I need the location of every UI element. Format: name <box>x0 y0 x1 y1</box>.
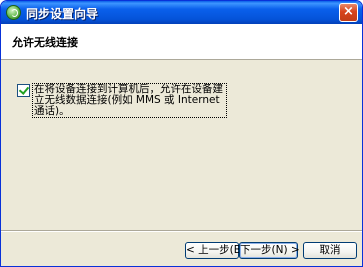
allow-wireless-checkbox[interactable] <box>17 84 30 97</box>
back-button[interactable]: < 上一步(B) <box>185 242 245 259</box>
allow-wireless-label[interactable]: 在将设备连接到计算机后，允许在设备建立无线数据连接(例如 MMS 或 Inter… <box>32 83 227 118</box>
footer-divider <box>1 230 362 232</box>
cancel-button[interactable]: 取消 <box>303 242 357 259</box>
title-bar[interactable]: 同步设置向导 × <box>1 1 362 24</box>
sync-wizard-window: 同步设置向导 × 允许无线连接 在将设备连接到计算机后，允许在设备建立无线数据连… <box>0 0 363 267</box>
sync-icon <box>6 5 21 20</box>
close-icon: × <box>343 4 354 19</box>
close-button[interactable]: × <box>339 3 358 22</box>
header-panel: 允许无线连接 <box>1 24 362 60</box>
window-title: 同步设置向导 <box>26 7 99 21</box>
next-button[interactable]: 下一步(N) > <box>239 242 300 259</box>
page-title: 允许无线连接 <box>12 36 78 49</box>
